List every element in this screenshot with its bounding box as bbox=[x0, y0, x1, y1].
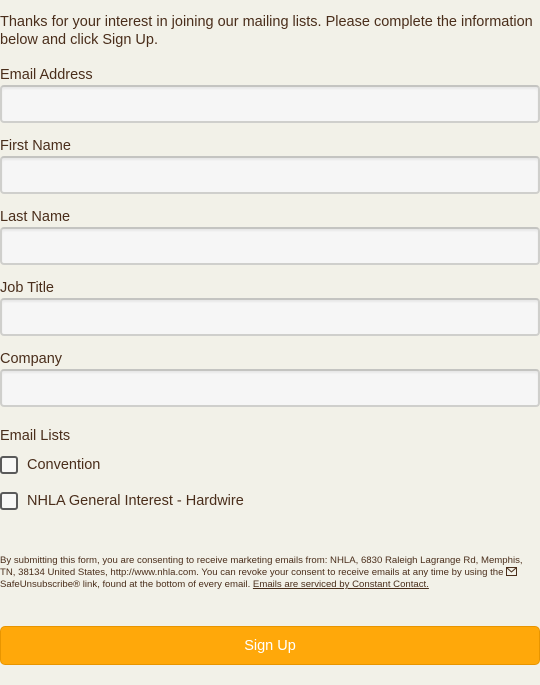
job-title-input[interactable] bbox=[0, 298, 540, 336]
general-interest-label[interactable]: NHLA General Interest - Hardwire bbox=[27, 492, 244, 510]
envelope-icon bbox=[506, 567, 518, 576]
first-name-label: First Name bbox=[0, 138, 71, 154]
safeunsubscribe-text: SafeUnsubscribe® link, found at the bott… bbox=[0, 579, 251, 590]
email-lists-label: Email Lists bbox=[0, 428, 71, 444]
list-item-convention[interactable]: Convention bbox=[0, 455, 100, 475]
sign-up-button[interactable]: Sign Up bbox=[0, 626, 540, 665]
email-address-label: Email Address bbox=[0, 67, 93, 83]
company-label: Company bbox=[0, 351, 63, 367]
constant-contact-link[interactable]: Emails are serviced by Constant Contact. bbox=[253, 579, 429, 590]
consent-disclaimer: By submitting this form, you are consent… bbox=[0, 555, 540, 591]
first-name-input[interactable] bbox=[0, 156, 540, 194]
list-item-general-interest[interactable]: NHLA General Interest - Hardwire bbox=[0, 491, 244, 511]
disclaimer-text: By submitting this form, you are consent… bbox=[0, 555, 523, 578]
job-title-label: Job Title bbox=[0, 280, 54, 296]
general-interest-checkbox[interactable] bbox=[0, 492, 18, 510]
company-input[interactable] bbox=[0, 369, 540, 407]
convention-checkbox[interactable] bbox=[0, 456, 18, 474]
last-name-input[interactable] bbox=[0, 227, 540, 265]
email-address-input[interactable] bbox=[0, 85, 540, 123]
convention-label[interactable]: Convention bbox=[27, 456, 100, 474]
intro-text: Thanks for your interest in joining our … bbox=[0, 14, 533, 48]
last-name-label: Last Name bbox=[0, 209, 71, 225]
